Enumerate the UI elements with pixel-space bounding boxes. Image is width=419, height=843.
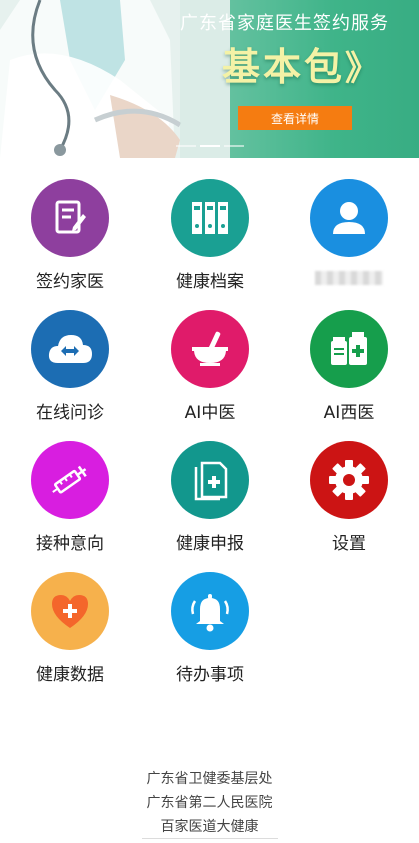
footer-divider (142, 838, 278, 839)
menu-item-label: 健康档案 (176, 272, 244, 292)
menu-item-health-data[interactable]: 健康数据 (0, 572, 140, 692)
bell-icon (171, 572, 249, 650)
banner-big-text: 基本包 (222, 45, 346, 89)
user-icon (310, 179, 388, 257)
view-details-button[interactable]: 查看详情 (238, 106, 352, 130)
footer-org-3: 百家医道大健康 (160, 819, 259, 835)
blurred-username (315, 271, 383, 285)
carousel-dot[interactable] (224, 145, 244, 147)
report-icon (171, 441, 249, 519)
banner-title: 广东省家庭医生签约服务 (180, 13, 389, 34)
footer-org-2: 广东省第二人民医院 (146, 795, 273, 811)
footer-org-1: 广东省卫健委基层处 (146, 771, 273, 787)
contract-icon (31, 179, 109, 257)
menu-item-todo[interactable]: 待办事项 (140, 572, 280, 692)
syringe-icon (31, 441, 109, 519)
menu-item-vaccination[interactable]: 接种意向 (0, 441, 140, 561)
menu-item-sign-doctor[interactable]: 签约家医 (0, 179, 140, 299)
menu-item-profile[interactable] (279, 179, 419, 299)
menu-item-label: 接种意向 (36, 534, 104, 554)
binders-icon (171, 179, 249, 257)
menu-item-label: 待办事项 (176, 665, 244, 685)
menu-item-health-report[interactable]: 健康申报 (140, 441, 280, 561)
mortar-icon (171, 310, 249, 388)
carousel-dot-active[interactable] (200, 145, 220, 147)
menu-item-label: 设置 (332, 534, 366, 554)
menu-item-health-records[interactable]: 健康档案 (140, 179, 280, 299)
menu-item-label: 签约家医 (36, 272, 104, 292)
top-banner[interactable]: 广东省家庭医生签约服务 基本包》 查看详情 (0, 0, 419, 158)
carousel-indicators (176, 145, 244, 147)
menu-item-label: 健康申报 (176, 534, 244, 554)
menu-item-online-consult[interactable]: 在线问诊 (0, 310, 140, 430)
banner-headline: 基本包》 (222, 36, 379, 91)
menu-item-label: AI西医 (323, 403, 375, 423)
cloud-icon (31, 310, 109, 388)
menu-item-ai-tcm[interactable]: AI中医 (140, 310, 280, 430)
carousel-dot[interactable] (176, 145, 196, 147)
menu-item-label: 健康数据 (36, 665, 104, 685)
medicine-icon (310, 310, 388, 388)
menu-item-label: 在线问诊 (36, 403, 104, 423)
gear-icon (310, 441, 388, 519)
menu-item-label: AI中医 (184, 403, 236, 423)
heart-icon (31, 572, 109, 650)
menu-item-ai-western[interactable]: AI西医 (279, 310, 419, 430)
menu-item-settings[interactable]: 设置 (279, 441, 419, 561)
double-chevron-icon: 》 (345, 49, 379, 89)
